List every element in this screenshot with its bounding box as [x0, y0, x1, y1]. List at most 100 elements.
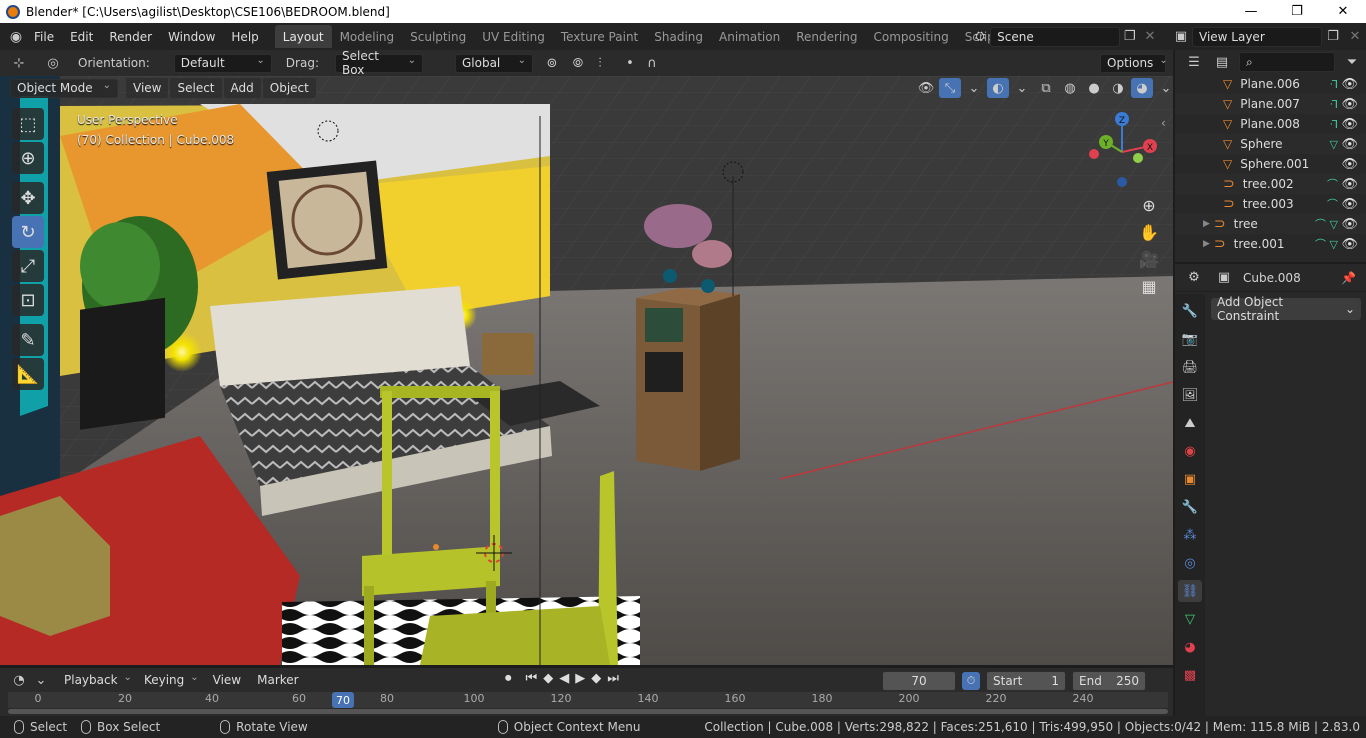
transform-tool-icon[interactable]: ⊡ — [12, 284, 44, 316]
measure-tool-icon[interactable]: 📐 — [12, 358, 44, 390]
display-mode-icon[interactable]: ▤ — [1211, 52, 1233, 72]
list-item[interactable]: ▶ ⊃ tree ⌒ ▽ 👁 — [1175, 214, 1366, 234]
timeline[interactable]: 0 20 40 60 80 100 120 140 160 180 200 22… — [0, 692, 1173, 716]
end-frame-field[interactable]: End 250 — [1072, 671, 1146, 691]
camera-view-icon[interactable]: 🎥 — [1139, 250, 1159, 269]
material-tab-icon[interactable]: ◕ — [1178, 636, 1202, 658]
object-tab-icon[interactable]: ▣ — [1178, 468, 1202, 490]
visibility-icon[interactable]: 👁 — [1341, 197, 1358, 212]
modifier-tab-icon[interactable]: 🔧 — [1178, 496, 1202, 518]
timeline-editor-dropdown-icon[interactable]: ⌄ — [30, 670, 52, 690]
list-item[interactable]: ▽ Plane.008 ᒬ 👁 — [1175, 114, 1366, 134]
select-tool-icon[interactable]: ⬚ — [12, 108, 44, 140]
tab-rendering[interactable]: Rendering — [788, 25, 865, 48]
visibility-icon[interactable]: 👁 — [1341, 177, 1358, 192]
menu-file[interactable]: File — [26, 30, 62, 44]
add-object-constraint-dropdown[interactable]: Add Object Constraint ⌄ — [1211, 295, 1361, 323]
menu-window[interactable]: Window — [160, 30, 223, 44]
timeline-marker-menu[interactable]: Marker — [249, 673, 306, 687]
visibility-icon[interactable]: 👁 — [1341, 137, 1358, 152]
expand-icon[interactable]: ▶ — [1203, 239, 1210, 249]
pan-hand-icon[interactable]: ✋ — [1139, 223, 1159, 242]
tab-modeling[interactable]: Modeling — [332, 25, 403, 48]
new-view-layer-icon[interactable]: ❐ — [1322, 27, 1344, 47]
menu-select[interactable]: Select — [170, 78, 222, 98]
keying-menu[interactable]: Keying — [138, 671, 205, 690]
texture-tab-icon[interactable]: ▩ — [1178, 664, 1202, 686]
list-item[interactable]: ▽ Plane.007 ᒬ 👁 — [1175, 94, 1366, 114]
annotate-tool-icon[interactable]: ✎ — [12, 324, 44, 356]
visibility-icon[interactable]: 👁 — [1341, 117, 1358, 132]
expand-icon[interactable]: ▶ — [1203, 219, 1210, 229]
scale-tool-icon[interactable]: ⤢ — [12, 250, 44, 282]
3d-viewport[interactable]: Object Mode View Select Add Object 👁 ⤡ ⌄… — [0, 76, 1173, 665]
gizmo-menu-icon[interactable]: ⌄ — [963, 78, 985, 98]
editor-type-icon[interactable]: ⊹ — [8, 53, 30, 73]
overlay-menu-icon[interactable]: ⌄ — [1011, 78, 1033, 98]
timeline-scrollbar[interactable] — [8, 709, 1168, 714]
pivot-point-icon[interactable]: ⊚ — [541, 53, 563, 73]
zoom-icon[interactable]: ⊕ — [1142, 196, 1155, 215]
menu-help[interactable]: Help — [223, 30, 266, 44]
view-layer-tab-icon[interactable]: 🖼 — [1178, 384, 1202, 406]
menu-add[interactable]: Add — [223, 78, 261, 98]
transform-pivot-icon[interactable]: ◎ — [42, 53, 64, 73]
jump-start-icon[interactable]: ⏮ — [526, 671, 538, 686]
list-item[interactable]: ▽ Sphere.001 👁 — [1175, 154, 1366, 174]
shading-menu-icon[interactable]: ⌄ — [1155, 78, 1173, 98]
remove-scene-icon[interactable]: ✕ — [1140, 27, 1160, 47]
timeline-view-menu[interactable]: View — [205, 673, 249, 687]
play-icon[interactable]: ▶ — [575, 671, 585, 686]
preview-range-icon[interactable]: ⏱ — [962, 672, 980, 690]
drag-dropdown[interactable]: Select Box — [334, 49, 423, 77]
constraints-tab-icon[interactable]: ⛓ — [1178, 580, 1202, 602]
scene-field[interactable]: Scene — [990, 26, 1120, 47]
rotate-tool-icon[interactable]: ↻ — [12, 216, 44, 248]
snap-target-icon[interactable]: ⫶ — [589, 53, 611, 73]
solid-shading-icon[interactable]: ● — [1083, 78, 1105, 98]
view-layer-icon[interactable]: ▣ — [1170, 27, 1192, 47]
list-item[interactable]: ⊃ tree.003 ⌒ 👁 — [1175, 194, 1366, 214]
gizmo-toggle-icon[interactable]: ⤡ — [939, 78, 961, 98]
minimize-button[interactable]: — — [1228, 0, 1274, 23]
list-item[interactable]: ▽ Sphere ▽ 👁 — [1175, 134, 1366, 154]
outliner-search[interactable]: ⌕ — [1239, 52, 1335, 72]
data-tab-icon[interactable]: ▽ — [1178, 608, 1202, 630]
scene-tab-icon[interactable]: ⛰ — [1178, 412, 1202, 434]
menu-render[interactable]: Render — [101, 30, 160, 44]
mode-dropdown[interactable]: Object Mode — [10, 78, 118, 98]
maximize-button[interactable]: ❐ — [1274, 0, 1320, 23]
playback-menu[interactable]: Playback — [58, 671, 138, 690]
move-tool-icon[interactable]: ✥ — [12, 182, 44, 214]
frame-ruler[interactable]: 0 20 40 60 80 100 120 140 160 180 200 22… — [8, 692, 1168, 708]
jump-end-icon[interactable]: ⏭ — [607, 671, 619, 686]
scene-icon[interactable]: ⛭ — [970, 27, 990, 47]
list-item[interactable]: ⊃ tree.002 ⌒ 👁 — [1175, 174, 1366, 194]
tab-layout[interactable]: Layout — [274, 25, 332, 48]
next-keyframe-icon[interactable]: ◆ — [591, 671, 601, 686]
tab-compositing[interactable]: Compositing — [865, 25, 956, 48]
visibility-icon[interactable]: 👁 — [915, 78, 937, 98]
play-reverse-icon[interactable]: ◀ — [559, 671, 569, 686]
visibility-icon[interactable]: 👁 — [1341, 157, 1358, 172]
visibility-icon[interactable]: 👁 — [1341, 217, 1358, 232]
list-item[interactable]: ▶ ⊃ tree.001 ⌒ ▽ 👁 — [1175, 234, 1366, 254]
proportional-edit-icon[interactable]: • — [619, 53, 641, 73]
tab-uv-editing[interactable]: UV Editing — [474, 25, 553, 48]
tab-shading[interactable]: Shading — [646, 25, 711, 48]
filter-icon[interactable]: ⏷ — [1341, 52, 1363, 72]
properties-editor-icon[interactable]: ⚙ — [1183, 268, 1205, 288]
orientation-dropdown[interactable]: Default — [173, 53, 272, 73]
snap-icon[interactable]: ⦾ — [567, 53, 589, 73]
remove-view-layer-icon[interactable]: ✕ — [1344, 27, 1366, 47]
ortho-toggle-icon[interactable]: ▦ — [1141, 277, 1156, 296]
current-frame-field[interactable]: 70 — [882, 671, 956, 691]
tab-sculpting[interactable]: Sculpting — [402, 25, 474, 48]
pin-icon[interactable]: 📌 — [1341, 271, 1356, 285]
menu-object[interactable]: Object — [262, 78, 316, 98]
output-tab-icon[interactable]: 🖨 — [1178, 356, 1202, 378]
new-scene-icon[interactable]: ❐ — [1120, 27, 1140, 47]
material-shading-icon[interactable]: ◑ — [1107, 78, 1129, 98]
sidebar-toggle-icon[interactable]: ‹ — [1161, 116, 1166, 130]
world-tab-icon[interactable]: ◉ — [1178, 440, 1202, 462]
